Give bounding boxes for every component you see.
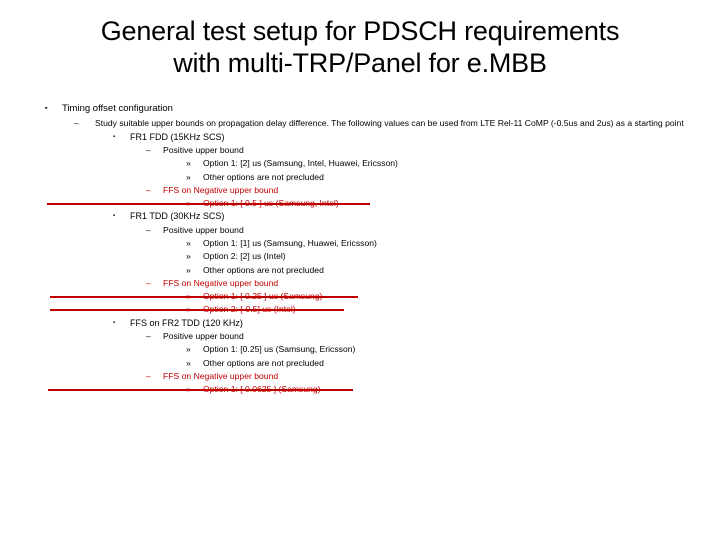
guillemet-bullet-icon: » (186, 344, 191, 355)
list-item-label: Positive upper bound (163, 331, 244, 342)
list-item-label: FFS on Negative upper bound (163, 278, 279, 289)
list-item-fr1-fdd-heading: ▪ FR1 FDD (15KHz SCS) (0, 131, 720, 145)
list-item-label: Option 1: [0.25] us (Samsung, Ericsson) (203, 344, 356, 355)
list-item-fr1-tdd-positive-upper-bound: – Positive upper bound (0, 224, 720, 237)
list-item-fr1-fdd-positive-upper-bound: – Positive upper bound (0, 144, 720, 157)
list-item-label: Other options are not precluded (203, 171, 324, 182)
list-item-fr1-fdd-neg-option-1: » Option 1: [ 0.5 ] us (Samsung, Intel) (0, 197, 720, 210)
page-title: General test setup for PDSCH requirement… (40, 0, 680, 80)
list-item-fr1-fdd-pos-other-options: » Other options are not precluded (0, 171, 720, 184)
list-item-fr1-fdd-ffs-negative-upper-bound: – FFS on Negative upper bound (0, 184, 720, 197)
dash-bullet-icon: – (146, 278, 151, 289)
list-item-label: FR1 TDD (30KHz SCS) (130, 211, 225, 222)
square-bullet-icon: ▪ (113, 319, 116, 326)
list-item-timing-offset-configuration: ▪ Timing offset configuration (0, 102, 720, 116)
dash-bullet-icon: – (146, 184, 151, 195)
list-item-fr2-tdd-ffs-negative-upper-bound: – FFS on Negative upper bound (0, 370, 720, 383)
list-item-label: FFS on FR2 TDD (120 KHz) (130, 317, 243, 328)
guillemet-bullet-icon: » (186, 197, 191, 208)
list-item-label: Option 2: [2] us (Intel) (203, 251, 286, 262)
guillemet-bullet-icon: » (186, 251, 191, 262)
list-item-fr2-tdd-heading: ▪ FFS on FR2 TDD (120 KHz) (0, 317, 720, 331)
guillemet-bullet-icon: » (186, 171, 191, 182)
guillemet-bullet-icon: » (186, 237, 191, 248)
list-item-label: FFS on Negative upper bound (163, 184, 279, 195)
guillemet-bullet-icon: » (186, 158, 191, 169)
square-bullet-icon: ▪ (45, 105, 48, 112)
list-item-label: Positive upper bound (163, 224, 244, 235)
square-bullet-icon: ▪ (113, 213, 116, 220)
list-item-label: Timing offset configuration (62, 103, 173, 114)
list-item-label: Other options are not precluded (203, 264, 324, 275)
list-item-label: Positive upper bound (163, 145, 244, 156)
list-item-study-upper-bounds: – Study suitable upper bounds on propaga… (0, 117, 720, 130)
list-item-fr1-tdd-neg-option-1: » Option 1: [ 0.25 ] us (Samsung) (0, 290, 720, 303)
guillemet-bullet-icon: » (186, 304, 191, 315)
list-item-fr2-tdd-pos-option-1: » Option 1: [0.25] us (Samsung, Ericsson… (0, 343, 720, 356)
list-item-label: Option 2: [-0.5] us (Intel) (203, 304, 296, 315)
list-item-label: Option 1: [2] us (Samsung, Intel, Huawei… (203, 158, 398, 169)
list-item-label: Option 1: [ 0.5 ] us (Samsung, Intel) (203, 197, 339, 208)
slide-body: ▪ Timing offset configuration – Study su… (0, 102, 720, 397)
dash-bullet-icon: – (74, 118, 79, 128)
page-title-line-2: with multi-TRP/Panel for e.MBB (173, 47, 547, 78)
guillemet-bullet-icon: » (186, 357, 191, 368)
list-item-fr1-tdd-pos-other-options: » Other options are not precluded (0, 264, 720, 277)
list-item-label: Option 1: [ 0.25 ] us (Samsung) (203, 291, 323, 302)
list-item-fr2-tdd-pos-other-options: » Other options are not precluded (0, 357, 720, 370)
list-item-fr1-tdd-heading: ▪ FR1 TDD (30KHz SCS) (0, 210, 720, 224)
list-item-label: Other options are not precluded (203, 357, 324, 368)
list-item-fr2-tdd-positive-upper-bound: – Positive upper bound (0, 330, 720, 343)
dash-bullet-icon: – (146, 145, 151, 156)
list-item-fr1-tdd-pos-option-1: » Option 1: [1] us (Samsung, Huawei, Eri… (0, 237, 720, 250)
list-item-label: Option 1: [ 0.0625 ] (Samsung) (203, 384, 321, 395)
dash-bullet-icon: – (146, 331, 151, 342)
page-title-line-1: General test setup for PDSCH requirement… (100, 16, 620, 46)
list-item-label: FR1 FDD (15KHz SCS) (130, 131, 225, 142)
list-item-fr1-tdd-pos-option-2: » Option 2: [2] us (Intel) (0, 250, 720, 263)
list-item-label: FFS on Negative upper bound (163, 371, 279, 382)
guillemet-bullet-icon: » (186, 384, 191, 395)
guillemet-bullet-icon: » (186, 291, 191, 302)
guillemet-bullet-icon: » (186, 264, 191, 275)
dash-bullet-icon: – (146, 224, 151, 235)
list-item-fr2-tdd-neg-option-1: » Option 1: [ 0.0625 ] (Samsung) (0, 383, 720, 396)
square-bullet-icon: ▪ (113, 133, 116, 140)
dash-bullet-icon: – (146, 371, 151, 382)
list-item-fr1-tdd-neg-option-2: » Option 2: [-0.5] us (Intel) (0, 303, 720, 316)
list-item-fr1-fdd-pos-option-1: » Option 1: [2] us (Samsung, Intel, Huaw… (0, 157, 720, 170)
list-item-fr1-tdd-ffs-negative-upper-bound: – FFS on Negative upper bound (0, 277, 720, 290)
list-item-label: Study suitable upper bounds on propagati… (95, 118, 684, 128)
list-item-label: Option 1: [1] us (Samsung, Huawei, Erics… (203, 237, 377, 248)
